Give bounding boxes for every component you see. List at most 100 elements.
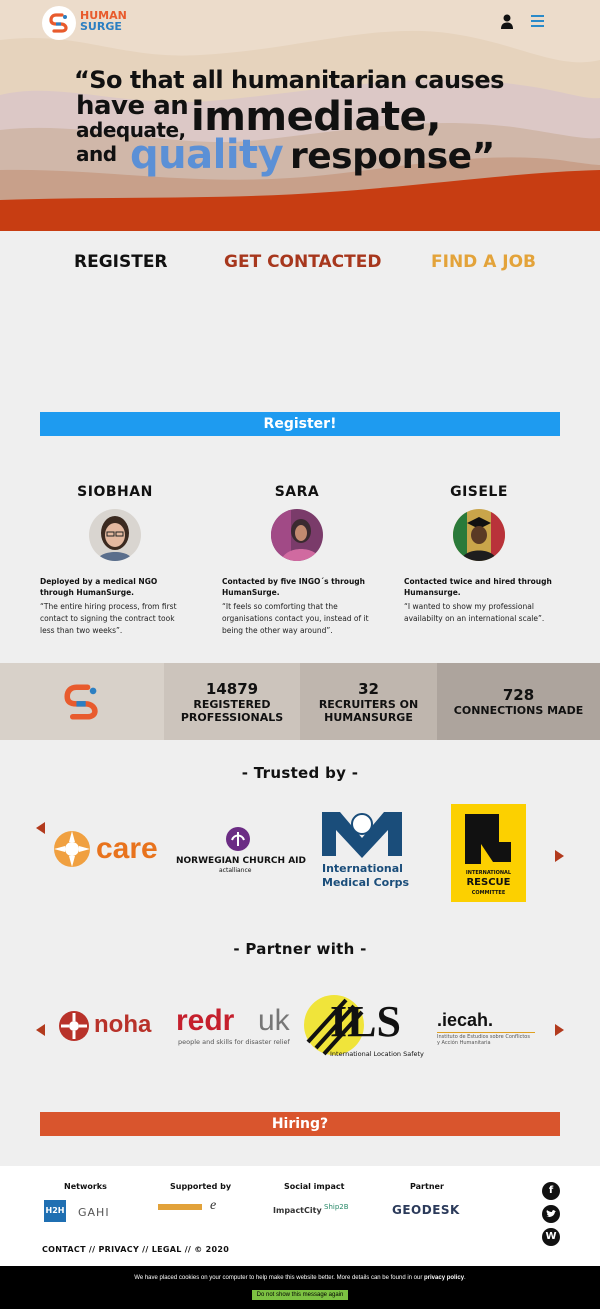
iecah-logo[interactable]: .iecah. Instituto de Estudios sobre Conf… — [437, 1010, 547, 1050]
register-button[interactable]: Register! — [40, 412, 560, 436]
logo-wordmark[interactable]: HUMAN SURGE — [80, 10, 127, 32]
testimonial-headline: Deployed by a medical NGO through HumanS… — [40, 577, 158, 597]
trusted-prev-arrow[interactable] — [36, 822, 45, 834]
stat-label: CONNECTIONS MADE — [453, 704, 584, 717]
avatar — [89, 509, 141, 561]
care-logo[interactable]: care — [52, 828, 172, 870]
noha-logo[interactable]: noha — [58, 1010, 170, 1044]
hero-banner: HUMAN SURGE “So that all humanitarian ca… — [0, 0, 600, 231]
testimonial-headline: Contacted by five INGO´s through HumanSu… — [222, 577, 366, 597]
international-medical-corps-logo[interactable]: International Medical Corps — [318, 808, 410, 892]
cookie-message: We have placed cookies on your computer … — [0, 1275, 600, 1281]
testimonial-name: SIOBHAN — [77, 484, 153, 500]
irc-logo-text: RESCUE — [466, 877, 511, 888]
privacy-policy-link[interactable]: privacy policy — [424, 1275, 464, 1281]
twitter-icon[interactable] — [542, 1205, 560, 1223]
hiring-button[interactable]: Hiring? — [40, 1112, 560, 1136]
humansurge-logo-icon — [64, 683, 98, 720]
testimonial-headline: Contacted twice and hired through Humans… — [404, 577, 552, 597]
supporter-logo[interactable] — [158, 1204, 202, 1210]
irc-logo-text: COMMITTEE — [471, 890, 506, 896]
iecah-logo-text: .iecah. — [437, 1010, 494, 1030]
international-rescue-committee-logo[interactable]: INTERNATIONAL RESCUE COMMITTEE — [451, 804, 526, 902]
quote-line-4: and — [76, 142, 117, 166]
tab-get-contacted[interactable]: GET CONTACTED — [224, 252, 381, 272]
humansurge-logo-icon[interactable] — [42, 6, 76, 40]
footer-links: CONTACT // PRIVACY // LEGAL // © 2020 — [42, 1245, 229, 1254]
contact-link[interactable]: CONTACT — [42, 1245, 86, 1254]
tab-register[interactable]: REGISTER — [74, 252, 168, 272]
ils-tagline: International Location Safety — [330, 1050, 424, 1058]
norwegian-church-aid-logo[interactable]: NORWEGIAN CHURCH AID actalliance — [176, 826, 306, 876]
partner-prev-arrow[interactable] — [36, 1024, 45, 1036]
stat-number: 32 — [358, 679, 379, 698]
geodesk-logo[interactable]: GEODESK — [392, 1203, 460, 1217]
ils-logo-text: ILS — [330, 997, 401, 1046]
avatar — [453, 509, 505, 561]
cookie-banner: We have placed cookies on your computer … — [0, 1266, 600, 1309]
footer: Networks Supported by Social impact Part… — [0, 1166, 600, 1266]
redr-text: redr — [176, 1004, 235, 1037]
dismiss-cookie-button[interactable]: Do not show this message again — [251, 1290, 349, 1300]
testimonial-name: SARA — [274, 484, 320, 500]
uk-text: uk — [258, 1004, 290, 1037]
user-icon[interactable] — [500, 14, 514, 30]
redr-uk-logo[interactable]: redr uk people and skills for disaster r… — [176, 1004, 302, 1050]
quote-line-2: have an — [76, 91, 189, 121]
footer-partner-title: Partner — [410, 1182, 444, 1191]
partner-next-arrow[interactable] — [555, 1024, 564, 1036]
imc-logo-text: Medical Corps — [322, 876, 410, 889]
actalliance-text: actalliance — [219, 867, 252, 874]
avatar — [271, 509, 323, 561]
stat-registered: 14879 REGISTERED PROFESSIONALS — [164, 663, 300, 740]
footer-networks-title: Networks — [64, 1182, 107, 1191]
quote-response: response” — [290, 136, 495, 177]
tab-find-a-job[interactable]: FIND A JOB — [431, 252, 536, 272]
stat-label: PROFESSIONALS — [180, 710, 284, 724]
ship2b-logo[interactable]: Ship2B — [324, 1203, 349, 1211]
stat-number: 14879 — [205, 679, 259, 698]
cookie-text: We have placed cookies on your computer … — [134, 1275, 423, 1281]
nca-logo-text: NORWEGIAN CHURCH AID — [176, 856, 306, 866]
ils-logo[interactable]: ILS International Location Safety — [302, 992, 430, 1062]
trusted-by-title: - Trusted by - — [241, 764, 359, 782]
testimonial-card: SIOBHAN Deployed by a medical NGO throug… — [40, 484, 190, 635]
footer-social-impact-title: Social impact — [284, 1182, 345, 1191]
cookie-end: . — [464, 1275, 466, 1281]
stat-label: HUMANSURGE — [324, 710, 413, 724]
stat-label: RECRUITERS ON — [318, 697, 419, 711]
privacy-link[interactable]: PRIVACY — [98, 1245, 139, 1254]
testimonial-text: “I wanted to show my professional availa… — [404, 602, 545, 623]
redr-tagline: people and skills for disaster relief — [178, 1038, 290, 1046]
stats-logo-cell — [0, 663, 164, 740]
h2h-logo[interactable]: H2H — [44, 1200, 66, 1222]
separator: // — [142, 1245, 152, 1254]
testimonial-card: SARA Contacted by five INGO´s through Hu… — [222, 484, 372, 635]
separator: // — [184, 1245, 195, 1254]
irc-logo-text: INTERNATIONAL — [465, 870, 512, 876]
noha-logo-text: noha — [94, 1011, 152, 1038]
impactcity-logo[interactable]: ImpactCity — [273, 1206, 322, 1215]
testimonial-text: “The entire hiring process, from first c… — [40, 602, 177, 635]
care-logo-text: care — [96, 832, 158, 865]
imc-logo-text: International — [322, 862, 403, 875]
stat-label: REGISTERED — [193, 697, 271, 711]
stat-connections: 728 CONNECTIONS MADE — [437, 663, 600, 740]
logo-text-surge: SURGE — [80, 20, 122, 33]
quote-line-1: “So that all humanitarian causes — [74, 66, 504, 94]
stats-bar: 14879 REGISTERED PROFESSIONALS 32 RECRUI… — [0, 663, 600, 740]
menu-icon[interactable] — [531, 15, 544, 27]
facebook-icon[interactable]: f — [542, 1182, 560, 1200]
gahi-logo[interactable]: GAHI — [78, 1206, 110, 1219]
quote-quality: quality — [130, 132, 284, 178]
trusted-next-arrow[interactable] — [555, 850, 564, 862]
wordpress-icon[interactable]: W — [542, 1228, 560, 1246]
testimonial-text: “It feels so comforting that the organis… — [222, 602, 369, 635]
legal-link[interactable]: LEGAL — [152, 1245, 182, 1254]
testimonial-name: GISELE — [450, 484, 508, 500]
partner-with-title: - Partner with - — [233, 940, 367, 958]
supporter-logo[interactable]: e — [210, 1198, 238, 1218]
stat-recruiters: 32 RECRUITERS ON HUMANSURGE — [300, 663, 437, 740]
testimonial-card: GISELE Contacted twice and hired through… — [404, 484, 554, 623]
iecah-tagline: y Acción Humanitaria — [437, 1040, 491, 1046]
